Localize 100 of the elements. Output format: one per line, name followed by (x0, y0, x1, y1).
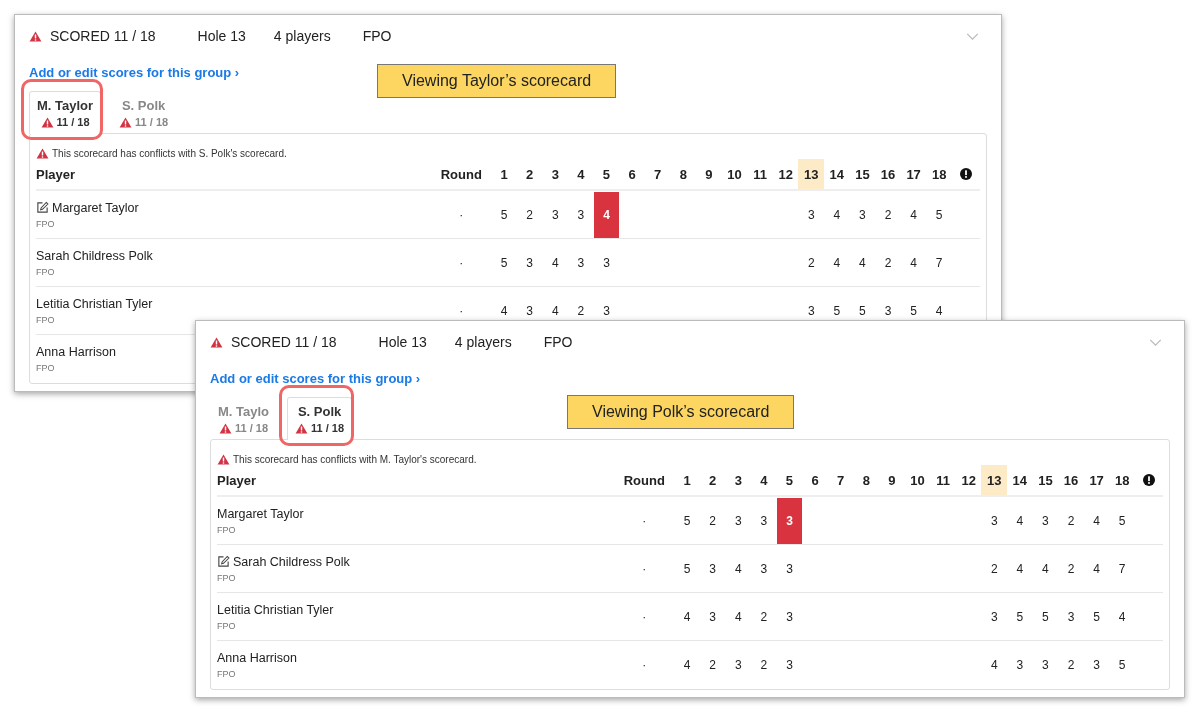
hole-header: 17 (900, 159, 927, 191)
hole-header: 3 (542, 159, 569, 191)
score-cell: 4 (1032, 545, 1059, 593)
hole-header: 1 (674, 465, 700, 497)
score-cell: 4 (725, 545, 752, 593)
score-cell: 5 (1083, 593, 1110, 641)
score-cell-text: 3 (1041, 657, 1050, 674)
score-cell: 3 (593, 239, 620, 287)
player-tab[interactable]: M. Taylor 11 / 18 (29, 91, 102, 134)
score-cell: 3 (798, 191, 825, 239)
score-cell: 3 (699, 545, 726, 593)
column-header: Player (217, 465, 615, 497)
round-cell: · (614, 497, 675, 545)
score-cell: 2 (516, 191, 543, 239)
conflict-note: This scorecard has conflicts with S. Polk's scorecard. (52, 148, 287, 159)
division-label: FPO (217, 669, 236, 679)
score-cell-text: 4 (989, 657, 999, 674)
score-cell: 2 (798, 239, 825, 287)
score-cell: 3 (981, 497, 1008, 545)
score-cell: 5 (1109, 497, 1135, 545)
score-cell: 3 (776, 593, 803, 641)
score-cell-text: 2 (759, 657, 769, 674)
warning-icon (29, 30, 42, 42)
score-cell: 3 (981, 593, 1008, 641)
player-tab[interactable]: S. Polk 11 / 18 (287, 397, 353, 440)
score-cell-text: 3 (785, 657, 794, 674)
score-cell: 2 (875, 191, 901, 239)
hole-header: 7 (644, 159, 671, 191)
score-cell: 4 (1083, 545, 1110, 593)
hole-header: 16 (1058, 465, 1084, 497)
division-label: FPO (36, 218, 55, 229)
score-cell: 4 (1007, 497, 1033, 545)
score-cell-text: 2 (1066, 657, 1076, 674)
player-name: Anna Harrison (36, 345, 116, 359)
hole-header: 11 (747, 159, 773, 191)
score-cell: 3 (725, 497, 752, 545)
hole-header: 18 (926, 159, 952, 191)
player-tab[interactable]: S. Polk 11 / 18 (111, 91, 177, 134)
player-name: Margaret Taylor (36, 200, 139, 215)
score-cell-text: 3 (1015, 657, 1025, 674)
score-cell-text: 5 (1117, 657, 1127, 674)
score-cell: 4 (542, 239, 569, 287)
hole-header: 13 (981, 465, 1008, 497)
round-cell: · (431, 191, 492, 239)
score-cell: 7 (926, 239, 952, 287)
score-cell: 2 (875, 239, 901, 287)
player-tab[interactable]: M. Taylo 11 / 18 (210, 397, 278, 440)
score-cell: 4 (725, 593, 752, 641)
hole-header: 14 (824, 159, 850, 191)
score-cell-text: 3 (733, 657, 743, 674)
score-cell: 3 (1032, 497, 1059, 545)
score-cell: 5 (491, 239, 517, 287)
score-cell: 7 (1109, 545, 1135, 593)
conflict-note: This scorecard has conflicts with M. Taylor's scorecard. (233, 454, 477, 465)
hole-label: Hole 13 (378, 334, 427, 350)
hole-header: 6 (619, 159, 645, 191)
annotation-callout: Viewing Polk’s scorecard (567, 395, 795, 429)
score-cell: 2 (699, 497, 726, 545)
score-cell: 3 (568, 191, 594, 239)
player-name: Margaret Taylor (217, 506, 304, 521)
player-count: 4 players (454, 334, 512, 350)
division-label: FPO (217, 524, 236, 535)
warning-icon (295, 422, 309, 434)
score-cell-text: 3 (1092, 657, 1101, 674)
edit-scores-link[interactable]: Add or edit scores for this group › (210, 371, 421, 386)
column-header: Player (36, 159, 432, 191)
edit-icon[interactable] (36, 201, 49, 214)
division-label: FPO (36, 363, 55, 373)
score-cell: 3 (1058, 593, 1084, 641)
hole-header: 9 (879, 465, 905, 497)
hole-header: 2 (516, 159, 543, 191)
hole-header: 6 (802, 465, 828, 497)
division-label: FPO (217, 620, 236, 631)
alert-icon (960, 168, 972, 180)
score-cell: 2 (981, 545, 1008, 593)
score-cell: 3 (542, 191, 569, 239)
player-count: 4 players (273, 28, 331, 44)
player-name: Anna Harrison (217, 651, 297, 665)
score-cell: 4 (900, 191, 927, 239)
hole-header: 10 (721, 159, 748, 191)
warning-icon (40, 116, 54, 128)
annotation-callout: Viewing Taylor’s scorecard (377, 64, 617, 98)
score-cell: 3 (776, 545, 803, 593)
edit-icon[interactable] (217, 555, 230, 568)
round-cell: · (431, 239, 492, 287)
score-cell: 5 (1032, 593, 1059, 641)
hole-header: 1 (491, 159, 517, 191)
hole-header: 2 (699, 465, 726, 497)
score-cell: 3 (751, 545, 777, 593)
hole-header: 10 (904, 465, 931, 497)
score-cell: 3 (849, 191, 876, 239)
hole-label: Hole 13 (197, 28, 246, 44)
alert-icon (1143, 474, 1155, 486)
score-cell: 2 (1058, 497, 1084, 545)
score-cell: 4 (1109, 593, 1135, 641)
score-cell: 4 (1007, 545, 1033, 593)
edit-scores-link[interactable]: Add or edit scores for this group › (29, 65, 240, 80)
score-cell: 2 (1058, 545, 1084, 593)
score-cell: 5 (1007, 593, 1033, 641)
score-cell: 5 (674, 545, 700, 593)
